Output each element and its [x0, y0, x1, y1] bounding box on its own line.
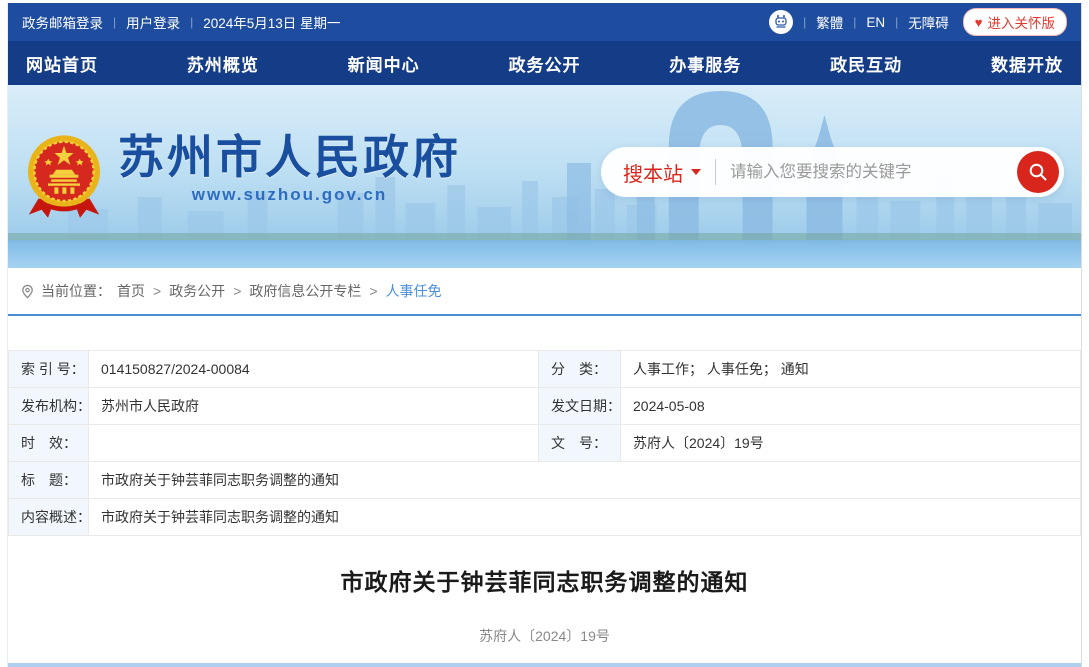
search-bar: 搜本站	[601, 147, 1064, 197]
site-url: www.suzhou.gov.cn	[118, 185, 461, 205]
validity-label: 时 效：	[9, 425, 89, 462]
robot-icon	[773, 14, 789, 30]
article-top-border	[8, 663, 1081, 667]
site-brand: 苏州市人民政府 www.suzhou.gov.cn	[24, 133, 461, 221]
breadcrumb-gov-affairs[interactable]: 政务公开	[169, 281, 225, 301]
breadcrumb-separator: >	[153, 283, 161, 299]
breadcrumb-label: 当前位置：	[41, 281, 111, 301]
category-value: 人事工作； 人事任免； 通知	[621, 351, 1081, 388]
breadcrumb: 当前位置： 首页 > 政务公开 > 政府信息公开专栏 > 人事任免	[8, 268, 1081, 314]
summary-label: 内容概述：	[9, 499, 89, 536]
breadcrumb-home[interactable]: 首页	[117, 281, 145, 301]
gov-mail-login-link[interactable]: 政务邮箱登录	[22, 12, 103, 32]
accessibility-link[interactable]: 无障碍	[908, 12, 949, 32]
separator: |	[190, 15, 193, 29]
search-scope-label: 搜本站	[623, 158, 683, 187]
nav-item-open-data[interactable]: 数据开放	[991, 51, 1063, 76]
table-row: 发布机构： 苏州市人民政府 发文日期： 2024-05-08	[9, 388, 1081, 425]
separator: |	[895, 15, 898, 29]
main-nav: 网站首页 苏州概览 新闻中心 政务公开 办事服务 政民互动 数据开放	[8, 41, 1081, 85]
index-number-label: 索 引 号：	[9, 351, 89, 388]
top-utility-bar: 政务邮箱登录 | 用户登录 | 2024年5月13日 星期一 | 繁	[8, 3, 1081, 41]
publisher-value: 苏州市人民政府	[89, 388, 539, 425]
location-pin-icon	[20, 284, 35, 299]
article-title: 市政府关于钟芸菲同志职务调整的通知	[8, 563, 1081, 597]
chatbot-robot-icon[interactable]	[769, 10, 793, 34]
nav-item-news[interactable]: 新闻中心	[348, 51, 420, 76]
page: 政务邮箱登录 | 用户登录 | 2024年5月13日 星期一 | 繁	[7, 3, 1082, 667]
search-divider	[715, 159, 716, 185]
validity-value	[89, 425, 539, 462]
doc-number-label: 文 号：	[539, 425, 621, 462]
nav-item-gov-affairs[interactable]: 政务公开	[508, 51, 580, 76]
search-input[interactable]	[730, 163, 1017, 182]
table-row: 时 效： 文 号： 苏府人〔2024〕19号	[9, 425, 1081, 462]
national-emblem-logo	[24, 133, 104, 221]
article-doc-number: 苏府人〔2024〕19号	[8, 626, 1081, 646]
table-row: 内容概述： 市政府关于钟芸菲同志职务调整的通知	[9, 499, 1081, 536]
breadcrumb-separator: >	[233, 283, 241, 299]
publisher-label: 发布机构：	[9, 388, 89, 425]
lang-traditional-link[interactable]: 繁體	[816, 12, 843, 32]
nav-item-home[interactable]: 网站首页	[26, 51, 98, 76]
care-mode-button[interactable]: ♥ 进入关怀版	[963, 8, 1067, 36]
breadcrumb-info-disclosure[interactable]: 政府信息公开专栏	[249, 281, 361, 301]
doc-number-value: 苏府人〔2024〕19号	[621, 425, 1081, 462]
current-date-label: 2024年5月13日 星期一	[203, 12, 340, 32]
document-meta-section: 索 引 号： 014150827/2024-00084 分 类： 人事工作； 人…	[8, 316, 1081, 536]
topbar-left: 政务邮箱登录 | 用户登录 | 2024年5月13日 星期一	[22, 12, 341, 32]
nav-item-overview[interactable]: 苏州概览	[187, 51, 259, 76]
index-number-value: 014150827/2024-00084	[89, 351, 539, 388]
site-title-block: 苏州市人民政府 www.suzhou.gov.cn	[118, 133, 461, 205]
banner: 苏州市人民政府 www.suzhou.gov.cn 搜本站	[8, 85, 1081, 268]
breadcrumb-current-personnel[interactable]: 人事任免	[386, 281, 442, 301]
care-mode-label: 进入关怀版	[988, 12, 1056, 32]
doc-title-value: 市政府关于钟芸菲同志职务调整的通知	[89, 462, 1081, 499]
doc-title-label: 标 题：	[9, 462, 89, 499]
nav-item-interaction[interactable]: 政民互动	[830, 51, 902, 76]
heart-icon: ♥	[975, 16, 983, 29]
search-scope-dropdown[interactable]: 搜本站	[623, 158, 701, 187]
user-login-link[interactable]: 用户登录	[126, 12, 180, 32]
separator: |	[803, 15, 806, 29]
separator: |	[113, 15, 116, 29]
document-meta-table: 索 引 号： 014150827/2024-00084 分 类： 人事工作； 人…	[8, 350, 1081, 536]
publish-date-value: 2024-05-08	[621, 388, 1081, 425]
summary-value: 市政府关于钟芸菲同志职务调整的通知	[89, 499, 1081, 536]
breadcrumb-separator: >	[369, 283, 377, 299]
category-label: 分 类：	[539, 351, 621, 388]
search-button[interactable]	[1017, 151, 1059, 193]
lang-en-link[interactable]: EN	[866, 15, 885, 30]
nav-item-services[interactable]: 办事服务	[669, 51, 741, 76]
table-row: 索 引 号： 014150827/2024-00084 分 类： 人事工作； 人…	[9, 351, 1081, 388]
table-row: 标 题： 市政府关于钟芸菲同志职务调整的通知	[9, 462, 1081, 499]
publish-date-label: 发文日期：	[539, 388, 621, 425]
topbar-right: | 繁體 | EN | 无障碍 ♥ 进入关怀版	[769, 8, 1067, 36]
search-icon	[1027, 161, 1049, 183]
separator: |	[853, 15, 856, 29]
chevron-down-icon	[691, 169, 701, 175]
site-name: 苏州市人民政府	[118, 133, 461, 181]
